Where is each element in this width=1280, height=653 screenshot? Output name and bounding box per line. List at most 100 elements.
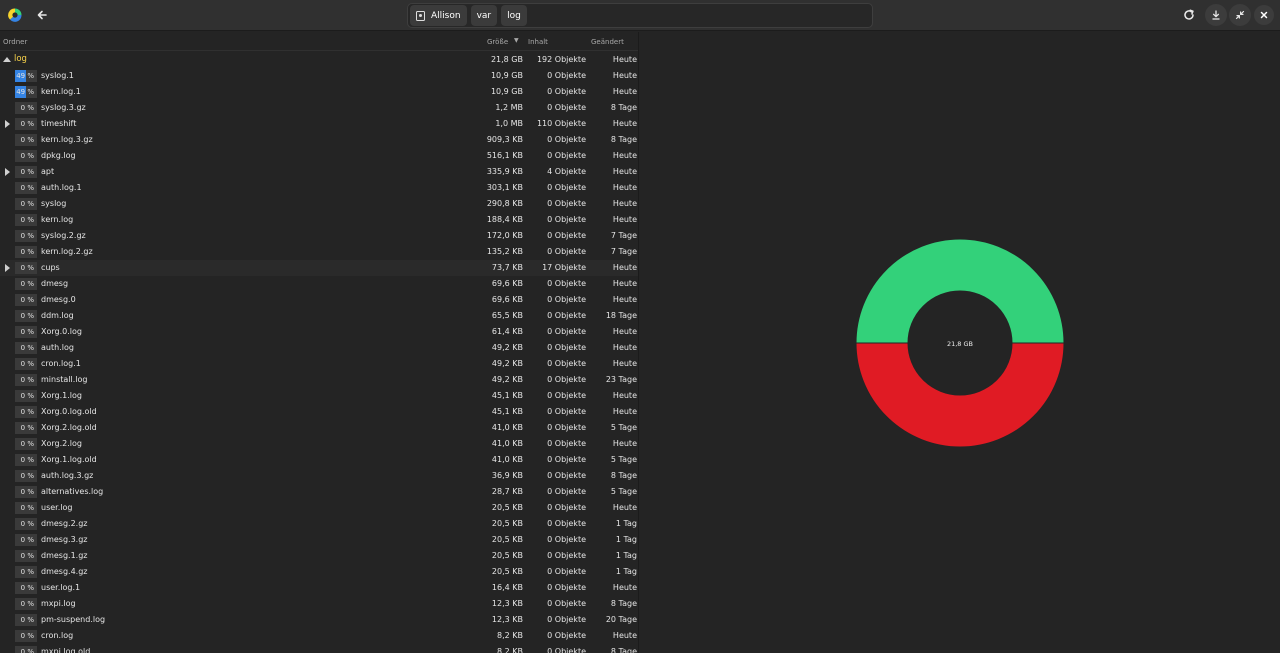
root-row[interactable]: log 21,8 GB 192 Objekte Heute (0, 52, 638, 68)
item-name: dmesg.4.gz (41, 567, 88, 576)
file-row[interactable]: 0 % syslog.2.gz 172,0 KB 0 Objekte 7 Tage (0, 228, 638, 244)
expand-icon[interactable] (5, 120, 10, 128)
percent-label: 0 % (20, 632, 34, 640)
column-content[interactable]: Inhalt (528, 38, 548, 46)
file-row[interactable]: 0 % cron.log 8,2 KB 0 Objekte Heute (0, 628, 638, 644)
item-changed: Heute (612, 167, 637, 176)
percent-bar: 0 % (15, 182, 37, 194)
percent-bar: 0 % (15, 614, 37, 626)
refresh-button[interactable] (1178, 4, 1200, 26)
save-button[interactable] (1205, 4, 1227, 26)
item-content: 0 Objekte (547, 471, 586, 480)
percent-bar: 0 % (15, 310, 37, 322)
breadcrumb-home[interactable]: Allison (410, 5, 467, 26)
restore-button[interactable] (1229, 4, 1251, 26)
ring-segment-1[interactable] (855, 238, 1065, 344)
file-row[interactable]: 0 % mxpi.log 12,3 KB 0 Objekte 8 Tage (0, 596, 638, 612)
file-row[interactable]: 0 % dmesg.0 69,6 KB 0 Objekte Heute (0, 292, 638, 308)
file-row[interactable]: 0 % alternatives.log 28,7 KB 0 Objekte 5 Tag… (0, 484, 638, 500)
item-name: Xorg.2.log (41, 439, 82, 448)
file-row[interactable]: 0 % kern.log.3.gz 909,3 KB 0 Objekte 8 Tage (0, 132, 638, 148)
item-name: syslog.2.gz (41, 231, 86, 240)
sort-descending-icon: ▼ (514, 37, 519, 44)
back-button[interactable] (31, 4, 53, 26)
expand-icon[interactable] (5, 168, 10, 176)
breadcrumb-log[interactable]: log (501, 5, 527, 26)
item-content: 0 Objekte (547, 583, 586, 592)
percent-label: 0 % (20, 200, 34, 208)
item-content: 0 Objekte (547, 631, 586, 640)
file-row[interactable]: 0 % Xorg.0.log.old 45,1 KB 0 Objekte Heute (0, 404, 638, 420)
item-content: 0 Objekte (547, 647, 586, 653)
file-row[interactable]: 49 % kern.log.1 10,9 GB 0 Objekte Heute (0, 84, 638, 100)
breadcrumb-var[interactable]: var (470, 5, 498, 26)
file-row[interactable]: 49 % syslog.1 10,9 GB 0 Objekte Heute (0, 68, 638, 84)
ring-segment-2[interactable] (855, 342, 1065, 448)
item-content: 0 Objekte (547, 359, 586, 368)
breadcrumb-label: Allison (431, 10, 461, 21)
file-row[interactable]: 0 % Xorg.2.log.old 41,0 KB 0 Objekte 5 Tage (0, 420, 638, 436)
item-changed: Heute (612, 583, 637, 592)
file-row[interactable]: 0 % ddm.log 65,5 KB 0 Objekte 18 Tage (0, 308, 638, 324)
file-row[interactable]: 0 % auth.log 49,2 KB 0 Objekte Heute (0, 340, 638, 356)
item-changed: Heute (612, 327, 637, 336)
item-content: 0 Objekte (547, 311, 586, 320)
folder-tree[interactable]: Ordner Größe ▼ Inhalt Geändert log 21,8 … (0, 32, 639, 653)
file-row[interactable]: 0 % dmesg 69,6 KB 0 Objekte Heute (0, 276, 638, 292)
percent-label: 0 % (20, 152, 34, 160)
percent-label: 0 % (20, 232, 34, 240)
download-icon (1212, 10, 1220, 20)
percent-bar: 0 % (15, 438, 37, 450)
percent-bar: 0 % (15, 454, 37, 466)
file-row[interactable]: 0 % kern.log.2.gz 135,2 KB 0 Objekte 7 Tage (0, 244, 638, 260)
item-name: syslog (41, 199, 67, 208)
file-row[interactable]: 0 % syslog.3.gz 1,2 MB 0 Objekte 8 Tage (0, 100, 638, 116)
percent-label: 0 % (20, 584, 34, 592)
column-size[interactable]: Größe (487, 38, 508, 46)
file-row[interactable]: 0 % user.log 20,5 KB 0 Objekte Heute (0, 500, 638, 516)
item-content: 0 Objekte (547, 423, 586, 432)
item-size: 20,5 KB (491, 567, 523, 576)
item-name: cron.log.1 (41, 359, 81, 368)
expand-icon[interactable] (5, 264, 10, 272)
collapse-icon[interactable] (3, 57, 11, 62)
file-row[interactable]: 0 % kern.log 188,4 KB 0 Objekte Heute (0, 212, 638, 228)
item-changed: Heute (612, 439, 637, 448)
item-name: dmesg.1.gz (41, 551, 88, 560)
path-bar[interactable]: Allison var log (407, 3, 873, 28)
percent-label: 0 % (20, 216, 34, 224)
file-row[interactable]: 0 % auth.log.3.gz 36,9 KB 0 Objekte 8 Tage (0, 468, 638, 484)
root-changed: Heute (612, 55, 637, 64)
file-row[interactable]: 0 % dmesg.2.gz 20,5 KB 0 Objekte 1 Tag (0, 516, 638, 532)
arrow-left-icon (37, 10, 47, 20)
file-row[interactable]: 0 % dmesg.4.gz 20,5 KB 0 Objekte 1 Tag (0, 564, 638, 580)
item-changed: 5 Tage (610, 423, 637, 432)
percent-bar: 0 % (15, 294, 37, 306)
column-folder[interactable]: Ordner (3, 38, 27, 46)
file-row[interactable]: 0 % mxpi.log.old 8,2 KB 0 Objekte 8 Tage (0, 644, 638, 653)
folder-row[interactable]: 0 % apt 335,9 KB 4 Objekte Heute (0, 164, 638, 180)
column-changed[interactable]: Geändert (591, 38, 624, 46)
folder-row[interactable]: 0 % cups 73,7 KB 17 Objekte Heute (0, 260, 638, 276)
file-row[interactable]: 0 % minstall.log 49,2 KB 0 Objekte 23 Tage (0, 372, 638, 388)
item-name: auth.log (41, 343, 74, 352)
ring-chart[interactable]: 21,8 GB (640, 32, 1280, 653)
file-row[interactable]: 0 % syslog 290,8 KB 0 Objekte Heute (0, 196, 638, 212)
percent-label: 0 % (20, 296, 34, 304)
file-row[interactable]: 0 % Xorg.0.log 61,4 KB 0 Objekte Heute (0, 324, 638, 340)
item-name: kern.log.3.gz (41, 135, 93, 144)
folder-row[interactable]: 0 % timeshift 1,0 MB 110 Objekte Heute (0, 116, 638, 132)
file-row[interactable]: 0 % user.log.1 16,4 KB 0 Objekte Heute (0, 580, 638, 596)
file-row[interactable]: 0 % auth.log.1 303,1 KB 0 Objekte Heute (0, 180, 638, 196)
file-row[interactable]: 0 % Xorg.2.log 41,0 KB 0 Objekte Heute (0, 436, 638, 452)
file-row[interactable]: 0 % cron.log.1 49,2 KB 0 Objekte Heute (0, 356, 638, 372)
file-row[interactable]: 0 % dpkg.log 516,1 KB 0 Objekte Heute (0, 148, 638, 164)
file-row[interactable]: 0 % pm-suspend.log 12,3 KB 0 Objekte 20 Tage (0, 612, 638, 628)
file-row[interactable]: 0 % Xorg.1.log 45,1 KB 0 Objekte Heute (0, 388, 638, 404)
app-icon[interactable] (4, 4, 26, 26)
file-row[interactable]: 0 % dmesg.3.gz 20,5 KB 0 Objekte 1 Tag (0, 532, 638, 548)
file-row[interactable]: 0 % Xorg.1.log.old 41,0 KB 0 Objekte 5 Tage (0, 452, 638, 468)
percent-bar: 49 % (15, 70, 37, 82)
close-button[interactable] (1254, 5, 1274, 25)
file-row[interactable]: 0 % dmesg.1.gz 20,5 KB 0 Objekte 1 Tag (0, 548, 638, 564)
